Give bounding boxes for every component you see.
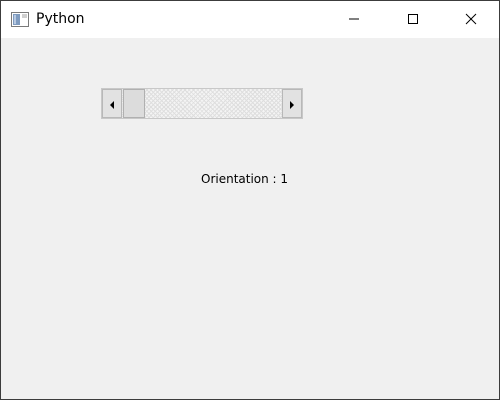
window-title: Python — [36, 11, 85, 27]
orientation-label: Orientation : 1 — [201, 172, 289, 186]
close-icon — [465, 10, 477, 29]
maximize-button[interactable] — [390, 1, 436, 38]
right-arrow-icon — [289, 94, 295, 113]
window-app-icon — [11, 12, 29, 27]
scrollbar-thumb[interactable] — [123, 89, 145, 118]
minimize-button[interactable] — [331, 1, 377, 38]
title-bar[interactable]: Python — [1, 1, 499, 38]
left-arrow-icon — [109, 94, 115, 113]
app-window: Python Orientation: 1 — [0, 0, 500, 400]
scroll-left-button[interactable] — [102, 89, 122, 118]
close-button[interactable] — [448, 1, 494, 38]
client-area: Orientation : 1 — [1, 38, 499, 399]
maximize-icon — [407, 10, 419, 29]
minimize-icon — [348, 10, 360, 29]
scroll-right-button[interactable] — [282, 89, 302, 118]
horizontal-scrollbar[interactable] — [101, 88, 303, 119]
